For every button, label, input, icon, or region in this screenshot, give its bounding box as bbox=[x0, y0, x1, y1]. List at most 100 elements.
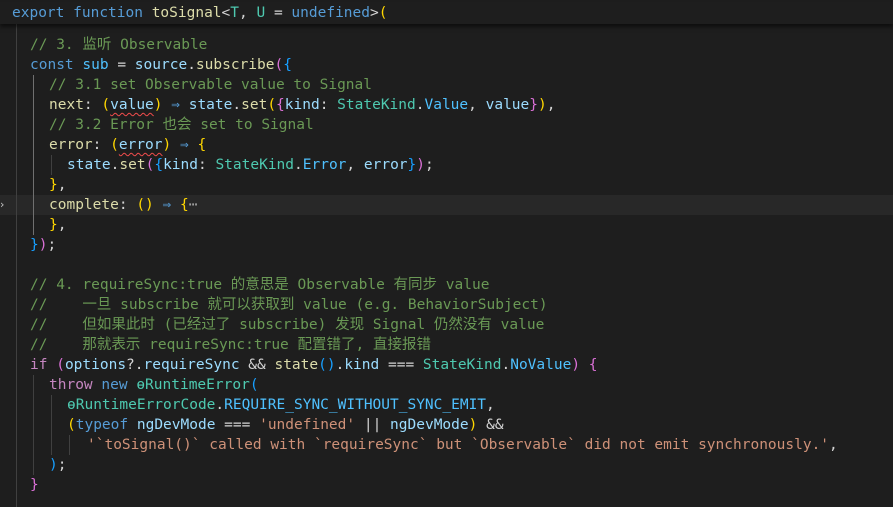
sticky-scroll-line[interactable]: export function toSignal<T, U = undefine… bbox=[0, 2, 893, 24]
identifier: source bbox=[134, 57, 188, 73]
punctuation: . bbox=[215, 397, 225, 413]
bracket: ) bbox=[162, 137, 172, 153]
keyword: throw bbox=[49, 377, 93, 393]
keyword: if bbox=[30, 357, 48, 373]
code-line[interactable]: state.set({kind: StateKind.Error, error}… bbox=[0, 155, 893, 175]
code-line[interactable]: // 但如果此时 (已经过了 subscribe) 发现 Signal 仍然没有… bbox=[0, 315, 893, 335]
bracket: ) bbox=[153, 97, 163, 113]
method-name: subscribe bbox=[195, 57, 275, 73]
function-name: toSignal bbox=[151, 5, 222, 21]
keyword: typeof bbox=[75, 417, 129, 433]
code-line[interactable]: // 一旦 subscribe 就可以获取到 value (e.g. Behav… bbox=[0, 295, 893, 315]
punctuation: . bbox=[501, 357, 511, 373]
punctuation: ; bbox=[47, 237, 57, 253]
code-line[interactable]: ); bbox=[0, 455, 893, 475]
bracket: ) bbox=[538, 97, 547, 113]
bracket: } bbox=[30, 237, 39, 253]
keyword: const bbox=[30, 57, 74, 73]
comment: // 3.2 Error 也会 set to Signal bbox=[49, 117, 314, 133]
identifier: options bbox=[64, 357, 127, 373]
code-line[interactable]: (typeof ngDevMode === 'undefined' || ngD… bbox=[0, 415, 893, 435]
operator: && bbox=[477, 417, 504, 433]
enum-name: StateKind bbox=[337, 97, 416, 113]
punctuation: . bbox=[232, 97, 242, 113]
arrow-operator: ⇒ bbox=[153, 197, 180, 213]
code-line[interactable]: // 那就表示 requireSync:true 配置错了, 直接报错 bbox=[0, 335, 893, 355]
bracket: { bbox=[197, 137, 207, 153]
identifier: state bbox=[188, 97, 233, 113]
comment: // 3.1 set Observable value to Signal bbox=[49, 77, 373, 93]
bracket: ) bbox=[49, 457, 58, 473]
code-line[interactable]: const sub = source.subscribe({ bbox=[0, 55, 893, 75]
enum-member: Value bbox=[424, 97, 469, 113]
code-line[interactable]: }, bbox=[0, 175, 893, 195]
bracket: () bbox=[318, 357, 336, 373]
code-line[interactable]: ɵRuntimeErrorCode.REQUIRE_SYNC_WITHOUT_S… bbox=[0, 395, 893, 415]
bracket: { bbox=[179, 197, 189, 213]
operator: === bbox=[215, 417, 260, 433]
operator: ?. bbox=[126, 357, 144, 373]
enum-member: NoValue bbox=[510, 357, 572, 373]
punctuation: : bbox=[197, 157, 216, 173]
code-editor[interactable]: › export function toSignal<T, U = undefi… bbox=[0, 0, 893, 507]
bracket: } bbox=[49, 177, 58, 193]
bracket: () bbox=[136, 197, 154, 213]
operator: && bbox=[239, 357, 275, 373]
class-name: ɵRuntimeError bbox=[136, 377, 250, 393]
code-line[interactable]: if (options?.requireSync && state(). kind… bbox=[0, 355, 893, 375]
punctuation: : bbox=[319, 97, 338, 113]
function-call: state bbox=[274, 357, 319, 373]
code-line[interactable]: throw new ɵRuntimeError( bbox=[0, 375, 893, 395]
string-literal: 'undefined' bbox=[259, 417, 356, 433]
bracket: ( bbox=[274, 57, 284, 73]
type-parameter: T bbox=[230, 5, 240, 21]
code-line[interactable]: error: (error) ⇒ { bbox=[0, 135, 893, 155]
comment: // 3. 监听 Observable bbox=[30, 37, 208, 53]
bracket: } bbox=[529, 97, 538, 113]
indent-guide bbox=[51, 155, 52, 175]
operator: || bbox=[355, 417, 391, 433]
bracket: ( bbox=[378, 5, 388, 21]
bracket: ( bbox=[47, 357, 65, 373]
code-line[interactable]: }, bbox=[0, 215, 893, 235]
indent-guide bbox=[16, 24, 17, 507]
method-name: error bbox=[49, 137, 93, 153]
enum-name: StateKind bbox=[422, 357, 502, 373]
code-line[interactable]: next: (value) ⇒ state.set({kind: StateKi… bbox=[0, 95, 893, 115]
punctuation: , bbox=[546, 97, 556, 113]
operator: = bbox=[265, 5, 292, 21]
string-literal: '`toSignal()` called with `requireSync` … bbox=[87, 437, 830, 453]
identifier: ngDevMode bbox=[136, 417, 216, 433]
code-line[interactable]: // 3.1 set Observable value to Signal bbox=[0, 75, 893, 95]
method-name: complete bbox=[49, 197, 119, 213]
comment: // 4. requireSync:true 的意思是 Observable 有… bbox=[30, 277, 490, 293]
code-line[interactable]: // 3.2 Error 也会 set to Signal bbox=[0, 115, 893, 135]
punctuation: ; bbox=[57, 457, 67, 473]
folded-region-ellipsis[interactable]: ⋯ bbox=[189, 197, 198, 213]
punctuation: , bbox=[57, 217, 67, 233]
indent-guide-active bbox=[33, 75, 34, 235]
method-name: set bbox=[119, 157, 146, 173]
indent-guide bbox=[51, 395, 52, 455]
bracket: ( bbox=[110, 137, 119, 153]
fold-chevron-icon[interactable]: › bbox=[0, 195, 8, 215]
punctuation: ; bbox=[425, 157, 434, 173]
enum-name: StateKind bbox=[215, 157, 295, 173]
parameter: error bbox=[118, 137, 163, 153]
code-line[interactable]: '`toSignal()` called with `requireSync` … bbox=[0, 435, 893, 455]
bracket: ( bbox=[67, 417, 76, 433]
code-line[interactable]: // 4. requireSync:true 的意思是 Observable 有… bbox=[0, 275, 893, 295]
method-name: next bbox=[49, 97, 84, 113]
code-line-current[interactable]: complete: () ⇒ {⋯ bbox=[0, 195, 893, 215]
type-parameter: U bbox=[256, 5, 266, 21]
bracket: } bbox=[49, 217, 58, 233]
code-line[interactable]: // 3. 监听 Observable bbox=[0, 35, 893, 55]
punctuation: : bbox=[92, 137, 111, 153]
indent-guide bbox=[69, 435, 70, 455]
arrow-operator: ⇒ bbox=[162, 97, 189, 113]
code-line[interactable]: }); bbox=[0, 235, 893, 255]
keyword: new bbox=[92, 377, 137, 393]
code-line[interactable]: } bbox=[0, 475, 893, 495]
punctuation: , bbox=[829, 437, 838, 453]
property: kind bbox=[284, 97, 320, 113]
